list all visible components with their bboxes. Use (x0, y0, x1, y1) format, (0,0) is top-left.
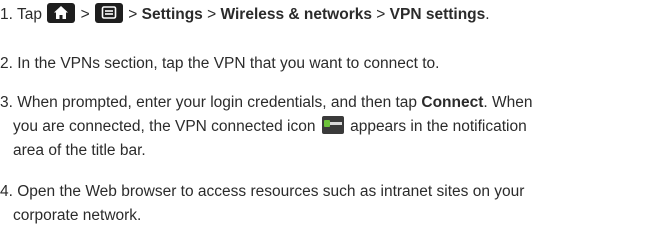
step-4-number: 4. (0, 183, 13, 200)
home-icon (47, 3, 76, 23)
step-3-line1-end: . When (483, 94, 533, 111)
step-3-line2-start: you are connected, the VPN connected ico… (13, 118, 316, 135)
step-1-sep4: > (376, 6, 386, 23)
step-1: 1. Tap > > Settings > Wireless & network… (0, 3, 666, 27)
menu-icon (94, 3, 123, 23)
step-1-number: 1. (0, 6, 13, 23)
wireless-label: Wireless & networks (220, 6, 372, 23)
step-1-end: . (485, 6, 490, 23)
instruction-steps: 1. Tap > > Settings > Wireless & network… (0, 0, 672, 244)
step-2-line: 2. In the VPNs section, tap the VPN that… (0, 52, 666, 76)
step-4: 4. Open the Web browser to access resour… (0, 180, 666, 228)
step-4-line1: Open the Web browser to access resources… (17, 183, 525, 200)
step-1-line: 1. Tap > > Settings > Wireless & network… (0, 3, 666, 27)
settings-label: Settings (141, 6, 203, 23)
step-1-prefix: Tap (16, 6, 42, 23)
step-4-line2: corporate network. (13, 207, 142, 224)
step-2-text: In the VPNs section, tap the VPN that yo… (17, 55, 440, 72)
step-1-sep2: > (128, 6, 138, 23)
step-1-sep3: > (207, 6, 217, 23)
step-2-number: 2. (0, 55, 13, 72)
step-4-line-1: 4. Open the Web browser to access resour… (0, 180, 666, 204)
step-3-line2-end: appears in the notification (350, 118, 527, 135)
step-3-line-1: 3. When prompted, enter your login crede… (0, 91, 666, 115)
vpn-connected-icon (321, 116, 344, 134)
step-3: 3. When prompted, enter your login crede… (0, 91, 666, 163)
connect-label: Connect (421, 94, 484, 111)
step-4-line-2: corporate network. (0, 204, 666, 228)
step-3-number: 3. (0, 94, 13, 111)
step-3-line-2: you are connected, the VPN connected ico… (0, 115, 666, 139)
step-3-line3: area of the title bar. (13, 142, 146, 159)
vpn-settings-label: VPN settings (389, 6, 486, 23)
step-3-line1-start: When prompted, enter your login credenti… (17, 94, 418, 111)
step-1-sep1: > (80, 6, 90, 23)
step-2: 2. In the VPNs section, tap the VPN that… (0, 52, 666, 76)
step-3-line-3: area of the title bar. (0, 139, 666, 163)
